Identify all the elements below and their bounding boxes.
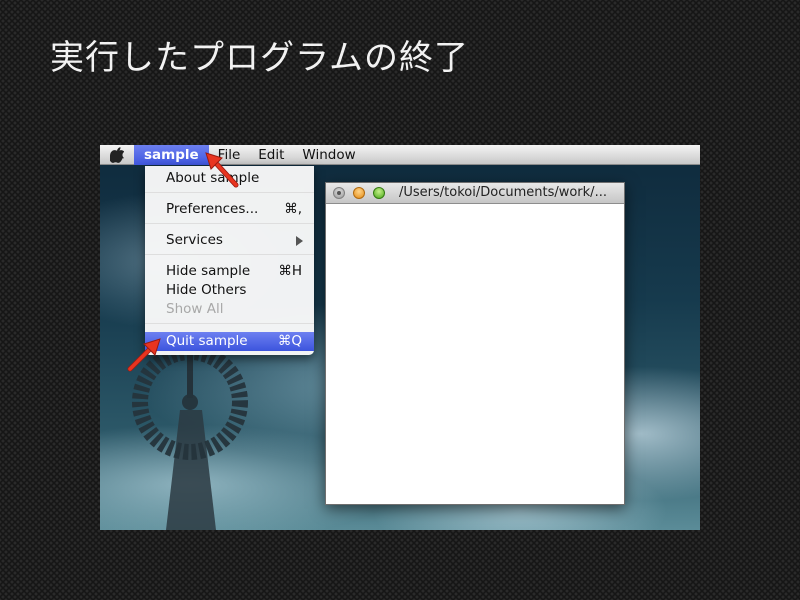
menu-item-label: Hide Others — [166, 282, 247, 298]
app-dropdown-menu: About sample Preferences... ⌘, Services … — [145, 166, 314, 355]
submenu-arrow-icon — [296, 236, 303, 246]
window-title: /Users/tokoi/Documents/work/... — [399, 185, 607, 200]
menu-shortcut: ⌘, — [284, 201, 302, 217]
menu-shortcut: ⌘Q — [277, 333, 302, 349]
menu-item-label: Preferences... — [166, 201, 259, 217]
menu-sample[interactable]: sample — [134, 145, 209, 165]
red-arrow-icon — [205, 152, 239, 188]
menu-separator — [145, 323, 314, 324]
zoom-icon[interactable] — [373, 187, 385, 199]
window-content[interactable] — [326, 204, 624, 504]
menu-item-preferences[interactable]: Preferences... ⌘, — [145, 200, 314, 219]
menu-item-hide[interactable]: Hide sample ⌘H — [145, 262, 314, 281]
window-titlebar[interactable]: /Users/tokoi/Documents/work/... — [326, 183, 624, 204]
menu-separator — [145, 223, 314, 224]
menu-item-label: Hide sample — [166, 263, 251, 279]
minimize-icon[interactable] — [353, 187, 365, 199]
menu-window[interactable]: Window — [293, 145, 364, 165]
close-icon[interactable] — [333, 187, 345, 199]
menu-item-show-all: Show All — [145, 300, 314, 319]
menu-item-hide-others[interactable]: Hide Others — [145, 281, 314, 300]
menu-item-label: Show All — [166, 301, 224, 317]
app-window[interactable]: /Users/tokoi/Documents/work/... — [325, 182, 625, 505]
red-arrow-icon — [127, 338, 161, 372]
menu-item-label: Quit sample — [166, 333, 248, 349]
menu-item-services[interactable]: Services — [145, 231, 314, 250]
menu-separator — [145, 192, 314, 193]
menu-separator — [145, 254, 314, 255]
desktop-screenshot: sample File Edit Window About sample Pre… — [100, 145, 700, 530]
menu-item-label: Services — [166, 232, 223, 248]
slide-title: 実行したプログラムの終了 — [50, 38, 469, 78]
menu-shortcut: ⌘H — [278, 263, 302, 279]
menu-item-quit[interactable]: Quit sample ⌘Q — [145, 332, 314, 351]
menu-edit[interactable]: Edit — [249, 145, 293, 165]
windmill-image — [132, 350, 248, 530]
apple-icon[interactable] — [100, 145, 134, 165]
menu-bar: sample File Edit Window — [100, 145, 700, 165]
